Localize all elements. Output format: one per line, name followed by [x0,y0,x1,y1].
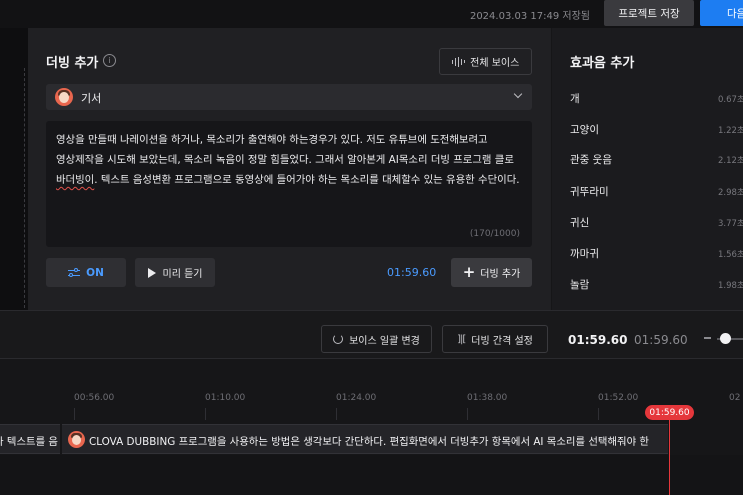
voice-select[interactable]: 기서 [46,84,532,110]
top-bar: 2024.03.03 17:49 저장됨 프로젝트 저장 다음 [0,0,743,28]
effect-name: 까마귀 [570,248,599,260]
spellcheck-word: 바더빙이 [56,174,95,186]
timeline-toolbar: 보이스 일괄 변경 ]|[ 더빙 간격 설정 01:59.60 01:59.60 [0,311,743,359]
waveform-icon [451,56,466,67]
dubbing-time: 01:59.60 [387,266,437,279]
next-button[interactable]: 다음 [700,0,743,26]
zoom-slider-handle[interactable] [720,333,731,344]
gap-label: 더빙 간격 설정 [471,335,533,347]
ruler-tick [336,408,337,420]
ruler-tick [74,408,75,420]
bulk-voice-change-button[interactable]: 보이스 일괄 변경 [321,325,432,353]
effect-name: 놀람 [570,279,590,291]
dubbing-text[interactable]: 영상을 만들때 나레이션을 하거나, 목소리가 출연해야 하는경우가 있다. 저… [56,130,524,190]
safe-area-guide [24,68,25,308]
timeline-track-area[interactable] [0,455,743,495]
dubbing-title: 더빙 추가 [46,56,99,71]
effect-name: 고양이 [570,124,599,136]
effect-duration: 1.56초 [718,250,743,260]
effect-item[interactable]: 귀신 3.77초 [552,211,743,233]
add-dubbing-label: 더빙 추가 [480,269,521,280]
total-time: 01:59.60 [634,333,688,347]
ruler-label: 01:38.00 [467,393,508,403]
effect-duration: 2.12초 [718,156,743,166]
dubbing-panel: 더빙 추가 i 전체 보이스 기서 영상을 만들때 나레이션을 하거나, 목소리… [28,28,551,310]
effect-duration: 2.98초 [718,188,743,198]
dubbing-clip[interactable]: 다 텍스트를 음 [0,424,60,454]
all-voice-label: 전체 보이스 [470,58,520,69]
preview-label: 미리 듣기 [162,269,203,280]
effect-duration: 3.77초 [718,219,743,229]
effects-title: 효과음 추가 [570,56,635,71]
plus-icon: + [462,262,476,281]
add-dubbing-button[interactable]: + 더빙 추가 [451,258,532,287]
effect-name: 개 [570,93,580,105]
dubbing-clip[interactable]: CLOVA DUBBING 프로그램을 사용하는 방법은 생각보다 간단하다. … [62,424,668,454]
effect-item[interactable]: 개 0.67초 [552,87,743,109]
effect-name: 귀뚜라미 [570,186,609,198]
effect-item[interactable]: 놀람 1.98초 [552,273,743,295]
ruler-tick [598,408,599,420]
chevron-down-icon [513,89,523,99]
zoom-out-icon[interactable] [704,337,711,339]
clip-text: CLOVA DUBBING 프로그램을 사용하는 방법은 생각보다 간단하다. … [89,436,649,448]
voice-avatar [55,88,73,106]
all-voice-button[interactable]: 전체 보이스 [439,48,532,75]
dubbing-text-input[interactable]: 영상을 만들때 나레이션을 하거나, 목소리가 출연해야 하는경우가 있다. 저… [46,121,532,247]
sliders-icon [68,267,81,278]
clip-text: 다 텍스트를 음 [0,436,58,448]
playhead-badge[interactable]: 01:59.60 [645,405,694,420]
clip-voice-avatar [68,431,85,448]
effect-item[interactable]: 까마귀 1.56초 [552,242,743,264]
effect-name: 귀신 [570,217,590,229]
gap-icon: ]|[ [457,333,466,345]
ruler-label: 00:56.00 [74,393,115,403]
effect-duration: 1.22초 [718,126,743,136]
effect-item[interactable]: 고양이 1.22초 [552,118,743,140]
ruler-label: 01:10.00 [205,393,246,403]
effect-duration: 0.67초 [718,95,743,105]
playhead-line[interactable] [669,420,670,495]
play-icon [147,267,156,278]
effect-name: 관중 웃음 [570,154,612,166]
timeline-ruler[interactable]: 00:56.00 01:10.00 01:24.00 01:38.00 01:5… [0,360,743,420]
saved-status: 2024.03.03 17:49 저장됨 [469,11,590,22]
effect-item[interactable]: 관중 웃음 2.12초 [552,148,743,170]
sound-effects-panel: 효과음 추가 개 0.67초 고양이 1.22초 관중 웃음 2.12초 귀뚜라… [552,28,743,310]
ruler-label: 01:52.00 [598,393,639,403]
info-icon[interactable]: i [103,54,116,67]
ruler-tick [205,408,206,420]
voice-settings-toggle[interactable]: ON [46,258,126,287]
voice-name: 기서 [81,92,102,105]
dubbing-gap-button[interactable]: ]|[ 더빙 간격 설정 [442,325,548,353]
bulk-voice-label: 보이스 일괄 변경 [349,335,420,347]
char-count: (170/1000) [469,229,520,239]
ruler-tick [467,408,468,420]
ruler-label: 01:24.00 [336,393,377,403]
refresh-icon [333,334,344,344]
ruler-label: 02 [729,393,741,403]
current-time: 01:59.60 [568,333,628,347]
on-label: ON [86,266,104,279]
preview-button[interactable]: 미리 듣기 [135,258,215,287]
effect-duration: 1.98초 [718,281,743,291]
save-project-button[interactable]: 프로젝트 저장 [604,0,694,26]
preview-edge [0,28,28,310]
effect-item[interactable]: 귀뚜라미 2.98초 [552,180,743,202]
